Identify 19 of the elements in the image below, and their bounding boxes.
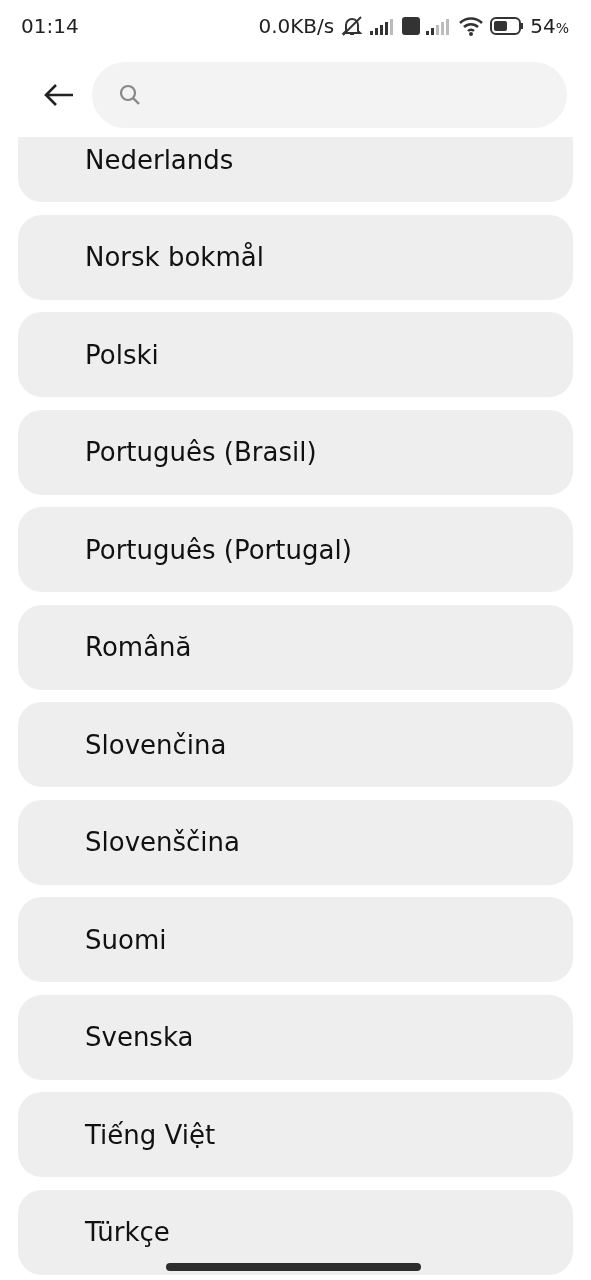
language-item[interactable]: Nederlands	[18, 137, 573, 202]
wifi-icon	[458, 16, 485, 36]
muted-bell-icon	[340, 15, 365, 37]
battery-level: 54%	[530, 14, 569, 38]
language-item[interactable]: Polski	[18, 312, 573, 397]
language-item[interactable]: Slovenčina	[18, 702, 573, 787]
language-item[interactable]: Türkçe	[18, 1189, 573, 1275]
network-speed: 0.0KB/s	[258, 14, 335, 38]
battery-icon	[490, 17, 525, 35]
language-item[interactable]: Português (Brasil)	[18, 409, 573, 495]
language-item[interactable]: Português (Portugal)	[18, 507, 573, 592]
language-item[interactable]: Română	[18, 604, 573, 690]
language-item[interactable]: Svenska	[18, 994, 573, 1080]
search-icon	[118, 82, 142, 107]
status-time: 01:14	[21, 14, 79, 38]
language-item[interactable]: Norsk bokmål	[18, 214, 573, 300]
language-item[interactable]: Tiếng Việt	[18, 1092, 573, 1177]
language-item[interactable]: Slovenščina	[18, 799, 573, 885]
language-item[interactable]: Suomi	[18, 897, 573, 982]
